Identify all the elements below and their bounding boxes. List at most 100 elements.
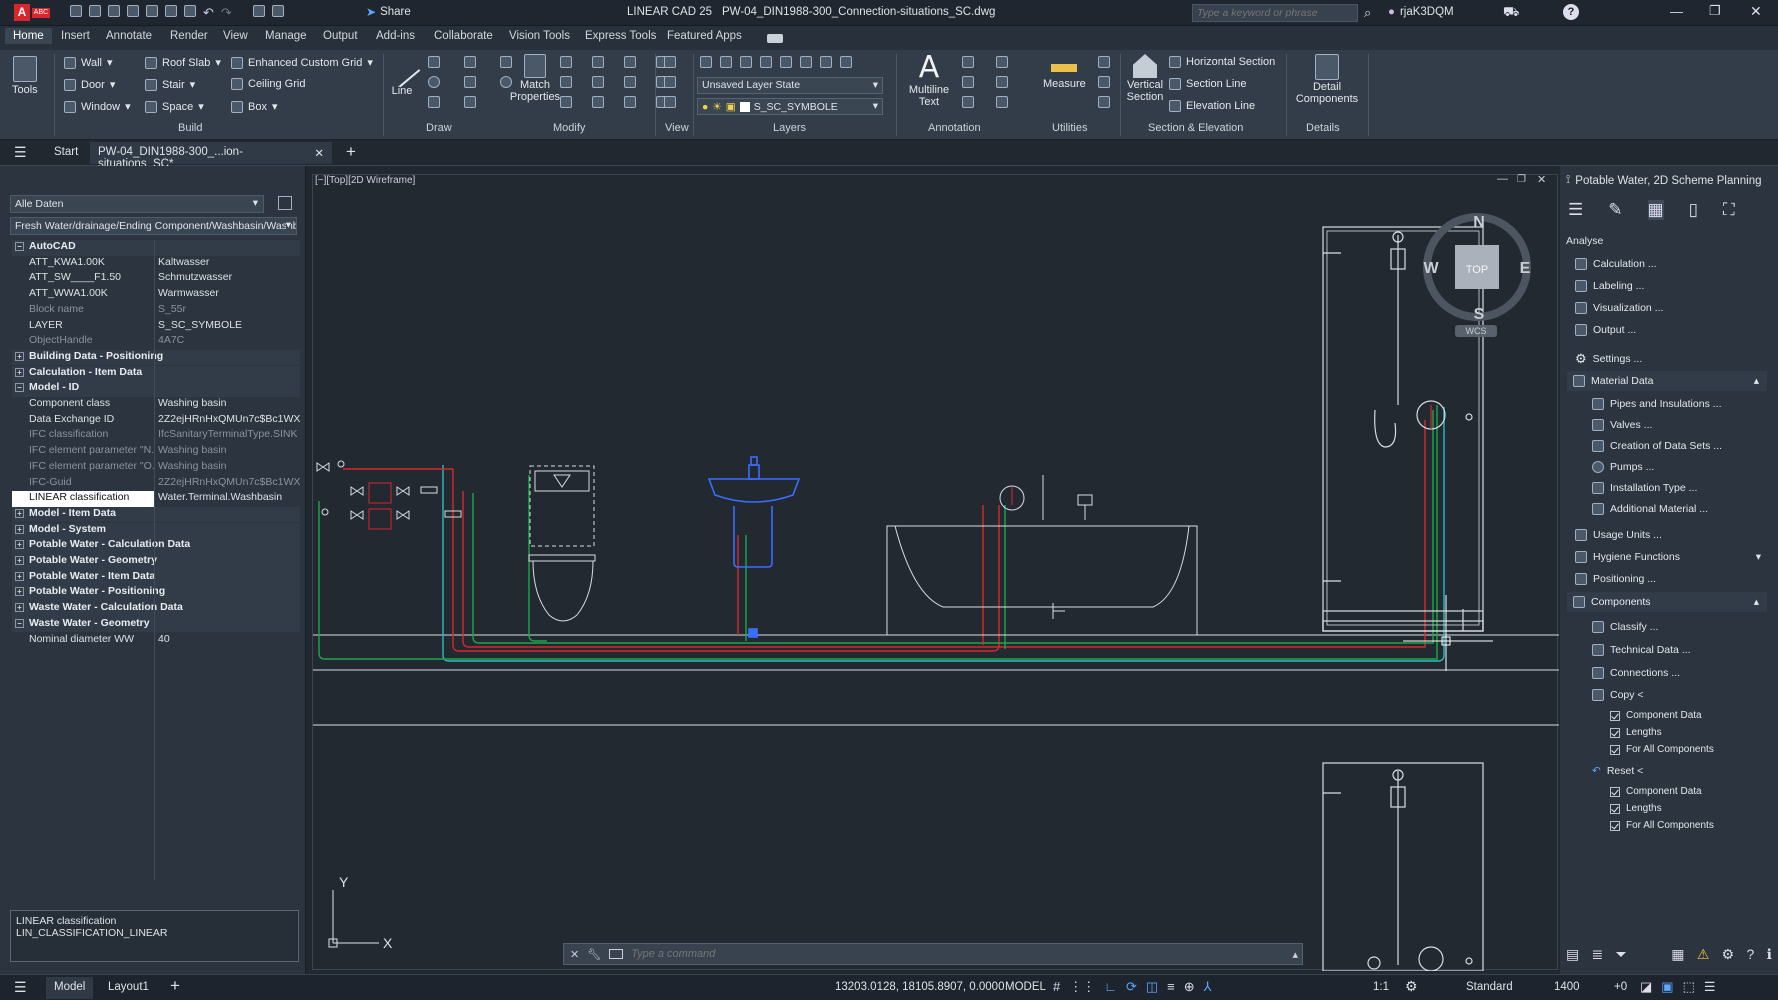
close-icon[interactable]: ✕ — [1750, 3, 1762, 20]
expand-icon[interactable]: + — [15, 571, 24, 581]
layout1-tab[interactable]: Layout1 — [108, 981, 149, 993]
tab-view[interactable]: View — [223, 30, 248, 42]
property-value[interactable]: 2Z2ejHRnHxQMUn7c$Bc1WX — [154, 413, 300, 429]
expand-icon[interactable]: + — [15, 524, 24, 534]
rotate-icon[interactable] — [592, 56, 604, 68]
command-history-icon[interactable] — [609, 949, 624, 959]
calculator-icon[interactable] — [1098, 96, 1110, 108]
customize-icon[interactable]: ☰ — [1704, 979, 1716, 995]
output-item[interactable]: Output ... — [1575, 324, 1636, 336]
reset-item[interactable]: ↶ Reset < — [1592, 765, 1643, 777]
calculator-icon[interactable]: ▦ — [1647, 200, 1664, 220]
expand-icon[interactable]: + — [15, 540, 24, 550]
property-value[interactable]: Schmutzwasser — [154, 271, 300, 287]
checkbox-checked[interactable] — [1610, 786, 1620, 797]
expand-icon[interactable]: + — [15, 351, 24, 361]
dimension-icon[interactable] — [962, 56, 974, 68]
search-icon[interactable]: ⌕ — [1364, 5, 1371, 21]
group-label-section[interactable]: Section & Elevation — [1148, 122, 1243, 134]
ortho-icon[interactable]: ∟ — [1104, 979, 1117, 995]
property-row[interactable]: Component class Washing basin — [12, 397, 300, 413]
group-label-utilities[interactable]: Utilities — [1052, 122, 1087, 134]
property-category[interactable]: + Potable Water - Positioning — [12, 585, 300, 601]
property-row[interactable]: ATT_WWA1.00K Warmwasser — [12, 287, 300, 303]
restore-icon[interactable]: ❐ — [1709, 3, 1721, 19]
rectangle-icon[interactable] — [428, 96, 440, 108]
property-row[interactable]: IFC element parameter "O... Washing basin — [12, 460, 300, 476]
drawing-viewport[interactable]: [−][Top][2D Wireframe] — ❐ ✕ Y X TOP N S… — [312, 173, 1559, 971]
property-row[interactable]: IFC classification IfcSanitaryTerminalTyp… — [12, 428, 300, 444]
close-tab-icon[interactable]: ✕ — [314, 146, 324, 160]
start-tab[interactable]: Start — [54, 146, 78, 158]
material-item[interactable]: Creation of Data Sets ... — [1592, 440, 1722, 452]
property-category[interactable]: − AutoCAD — [12, 240, 300, 256]
search-input[interactable] — [1193, 5, 1357, 21]
circle-icon[interactable] — [428, 76, 440, 88]
search-box[interactable] — [1192, 4, 1358, 22]
property-category[interactable]: − Waste Water - Geometry — [12, 616, 300, 633]
material-item[interactable]: Valves ... — [1592, 419, 1652, 431]
polar-icon[interactable]: ⟳ — [1126, 979, 1137, 995]
collapse-icon[interactable]: − — [15, 618, 24, 628]
ceiling-grid-button[interactable]: Ceiling Grid — [231, 78, 305, 90]
layer-lock-icon[interactable] — [780, 56, 792, 68]
property-row[interactable]: Block name S_55r — [12, 303, 300, 319]
visual-style-select[interactable]: Standard — [1466, 981, 1513, 993]
checkbox-checked[interactable] — [1610, 820, 1620, 831]
checkbox-checked[interactable] — [1610, 727, 1620, 738]
edit-icon[interactable]: ✎ — [1608, 200, 1622, 220]
polyline-icon[interactable] — [428, 56, 440, 68]
spline-icon[interactable] — [464, 76, 476, 88]
checkbox-checked[interactable] — [1610, 803, 1620, 814]
hardware-acceleration-icon[interactable]: ▣ — [1661, 979, 1673, 995]
layer-state-select[interactable]: Unsaved Layer State ▾ — [697, 77, 883, 94]
app-logo[interactable]: A — [14, 4, 30, 21]
section-line-button[interactable]: Section Line — [1169, 78, 1247, 90]
copy-check-lengths[interactable]: Lengths — [1610, 727, 1662, 738]
tab-annotate[interactable]: Annotate — [106, 30, 152, 42]
grid-icon[interactable]: # — [1053, 979, 1060, 995]
isolate-icon[interactable]: ◪ — [1640, 979, 1652, 995]
material-item[interactable]: Pumps ... — [1592, 461, 1654, 473]
expand-icon[interactable]: + — [15, 587, 24, 597]
detail-components-button[interactable]: Detail Components — [1292, 54, 1362, 105]
line-button[interactable]: Line — [383, 50, 421, 97]
reset-check-all-components[interactable]: For All Components — [1610, 820, 1714, 831]
stack-icon[interactable]: ≣ — [1592, 946, 1604, 963]
publish-icon[interactable] — [165, 5, 177, 17]
property-row[interactable]: ObjectHandle 4A7C — [12, 334, 300, 350]
tab-output[interactable]: Output — [323, 30, 358, 42]
collapse-icon[interactable]: − — [15, 383, 24, 393]
tools-button[interactable]: Tools — [12, 56, 38, 96]
wcs-label[interactable]: WCS — [1466, 326, 1487, 336]
copy-check-component-data[interactable]: Component Data — [1610, 710, 1702, 721]
property-value[interactable]: Water.Terminal.Washbasin — [154, 491, 300, 507]
warning-icon[interactable]: ⚠ — [1697, 946, 1710, 963]
expand-icon[interactable]: + — [15, 367, 24, 377]
labeling-item[interactable]: Labeling ... — [1575, 280, 1644, 292]
leader-icon[interactable] — [962, 76, 974, 88]
property-category[interactable]: + Building Data - Positioning — [12, 349, 300, 366]
layer-match-icon[interactable] — [800, 56, 812, 68]
tab-manage[interactable]: Manage — [265, 30, 307, 42]
redo-icon[interactable]: ↷ — [221, 5, 232, 21]
hamburger-icon[interactable]: ☰ — [1568, 200, 1583, 220]
property-category[interactable]: + Potable Water - Geometry — [12, 554, 300, 570]
property-category[interactable]: + Potable Water - Item Data — [12, 569, 300, 586]
table-style-icon[interactable] — [996, 96, 1008, 108]
mirror-icon[interactable] — [592, 76, 604, 88]
arc-icon[interactable] — [464, 56, 476, 68]
user-account[interactable]: ● rjaK3DQM — [1388, 6, 1454, 18]
tab-add-ins[interactable]: Add-ins — [376, 30, 415, 42]
property-row[interactable]: LINEAR classification Water.Terminal.Wash… — [12, 491, 300, 507]
property-value[interactable]: 40 — [154, 633, 300, 649]
property-category[interactable]: + Calculation - Item Data — [12, 365, 300, 382]
property-row[interactable]: Nominal diameter WW 40 — [12, 633, 300, 649]
selection-cycling-icon[interactable]: ⊕ — [1184, 979, 1195, 995]
vertical-section-button[interactable]: Vertical Section — [1122, 54, 1168, 103]
document-icon[interactable]: ▯ — [1689, 200, 1698, 220]
gear-icon[interactable]: ⚙ — [1722, 946, 1735, 963]
copy-check-all-components[interactable]: For All Components — [1610, 744, 1714, 755]
group-label-layers[interactable]: Layers — [773, 122, 806, 134]
save-icon[interactable] — [108, 5, 120, 17]
